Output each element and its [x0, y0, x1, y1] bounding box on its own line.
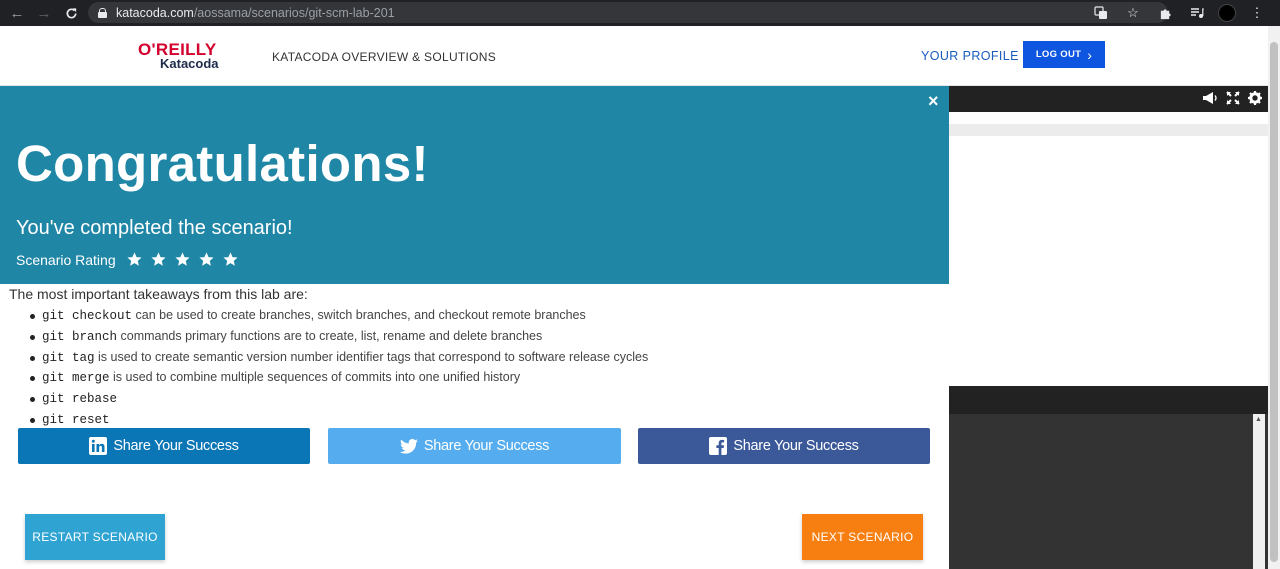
browser-toolbar: ← → katacoda.com/aossama/scenarios/git-s…	[0, 0, 1280, 26]
takeaway-command: git rebase	[42, 392, 118, 407]
takeaway-item: git branch commands primary functions ar…	[9, 326, 929, 347]
rating-label: Scenario Rating	[16, 251, 116, 268]
url-host: katacoda.com	[116, 5, 194, 20]
restart-scenario-button[interactable]: RESTART SCENARIO	[25, 514, 165, 560]
share-twitter-label: Share Your Success	[423, 438, 550, 454]
takeaway-text: can be used to create branches, switch b…	[132, 308, 586, 322]
takeaway-command: git branch	[42, 329, 118, 344]
megaphone-icon[interactable]	[1202, 91, 1218, 108]
star-icon[interactable]	[198, 251, 215, 268]
menu-icon[interactable]: ⋮	[1246, 2, 1268, 24]
share-facebook-label: Share Your Success	[733, 438, 859, 454]
twitter-icon	[399, 437, 418, 455]
terminal-content-area	[949, 136, 1268, 386]
star-icon[interactable]	[150, 251, 167, 268]
scrollbar-thumb[interactable]	[1270, 42, 1278, 562]
close-icon[interactable]: ×	[928, 91, 939, 112]
takeaway-command: git tag	[42, 350, 95, 365]
share-linkedin-label: Share Your Success	[113, 438, 239, 454]
oreilly-katacoda-logo[interactable]: O'REILLY Katacoda	[138, 40, 234, 74]
modal-subtitle: You've completed the scenario!	[16, 217, 293, 239]
takeaway-text: commands primary functions are to create…	[117, 328, 543, 343]
terminal-tab-strip	[949, 124, 1268, 136]
takeaway-text: is used to create semantic version numbe…	[94, 349, 649, 364]
takeaways-list: git checkout can be used to create branc…	[9, 305, 929, 430]
page-scrollbar[interactable]	[1268, 26, 1280, 569]
takeaways-intro: The most important takeaways from this l…	[9, 286, 308, 302]
terminal-scrollbar[interactable]: ▲	[1253, 414, 1265, 569]
star-icon[interactable]	[174, 251, 191, 268]
takeaway-command: git reset	[42, 412, 110, 427]
fullscreen-icon[interactable]	[1226, 91, 1240, 108]
address-bar[interactable]: katacoda.com/aossama/scenarios/git-scm-l…	[88, 2, 1168, 23]
takeaway-item: git checkout can be used to create branc…	[9, 305, 929, 326]
star-icon[interactable]	[126, 251, 143, 268]
translate-icon[interactable]	[1090, 2, 1112, 24]
takeaway-item: git merge is used to combine multiple se…	[9, 367, 929, 388]
reload-icon[interactable]	[60, 2, 82, 24]
logout-label: LOG OUT	[1035, 49, 1082, 60]
takeaway-item: git tag is used to create semantic versi…	[9, 347, 929, 368]
rating-stars[interactable]	[126, 251, 239, 268]
nav-profile-link[interactable]: YOUR PROFILE	[921, 49, 1019, 63]
terminal-toolbar	[949, 86, 1268, 112]
completion-modal: × Congratulations! You've completed the …	[0, 86, 949, 569]
extensions-icon[interactable]	[1154, 2, 1176, 24]
url-path: /aossama/scenarios/git-scm-lab-201	[193, 5, 395, 20]
takeaway-command: git checkout	[42, 309, 133, 323]
share-twitter-button[interactable]: Share Your Success	[328, 428, 621, 464]
terminal-console[interactable]	[949, 414, 1268, 569]
share-facebook-button[interactable]: Share Your Success	[638, 428, 930, 464]
terminal-separator-bar	[949, 386, 1268, 414]
media-icon[interactable]	[1186, 2, 1208, 24]
share-linkedin-button[interactable]: Share Your Success	[18, 428, 310, 464]
forward-icon[interactable]: →	[33, 2, 55, 24]
modal-header: × Congratulations! You've completed the …	[0, 86, 949, 284]
logo-katacoda-text: Katacoda	[160, 56, 219, 71]
scroll-up-icon[interactable]: ▲	[1255, 416, 1262, 423]
star-icon[interactable]	[222, 251, 239, 268]
site-header: O'REILLY Katacoda KATACODA OVERVIEW & SO…	[0, 26, 1268, 86]
next-scenario-button[interactable]: NEXT SCENARIO	[802, 514, 923, 560]
facebook-icon	[709, 437, 728, 455]
nav-overview-link[interactable]: KATACODA OVERVIEW & SOLUTIONS	[272, 50, 496, 64]
takeaway-item: git rebase	[9, 388, 929, 409]
page-root: ← → katacoda.com/aossama/scenarios/git-s…	[0, 0, 1280, 569]
profile-avatar[interactable]	[1218, 4, 1236, 22]
chevron-right-icon: ›	[1087, 46, 1093, 63]
takeaway-command: git merge	[42, 371, 110, 386]
linkedin-icon	[89, 437, 108, 455]
scenario-rating: Scenario Rating	[16, 251, 239, 268]
settings-icon[interactable]	[1248, 91, 1262, 108]
back-icon[interactable]: ←	[6, 2, 28, 24]
takeaway-text: is used to combine multiple sequences of…	[109, 370, 521, 385]
star-icon[interactable]: ☆	[1122, 2, 1144, 24]
modal-title: Congratulations!	[16, 135, 429, 192]
lock-icon	[98, 7, 107, 18]
logout-button[interactable]: LOG OUT ›	[1023, 41, 1105, 68]
browser-actions: ☆ ⋮	[1090, 0, 1280, 26]
takeaway-item: git reset	[9, 409, 929, 430]
takeaways-section: The most important takeaways from this l…	[9, 286, 929, 430]
